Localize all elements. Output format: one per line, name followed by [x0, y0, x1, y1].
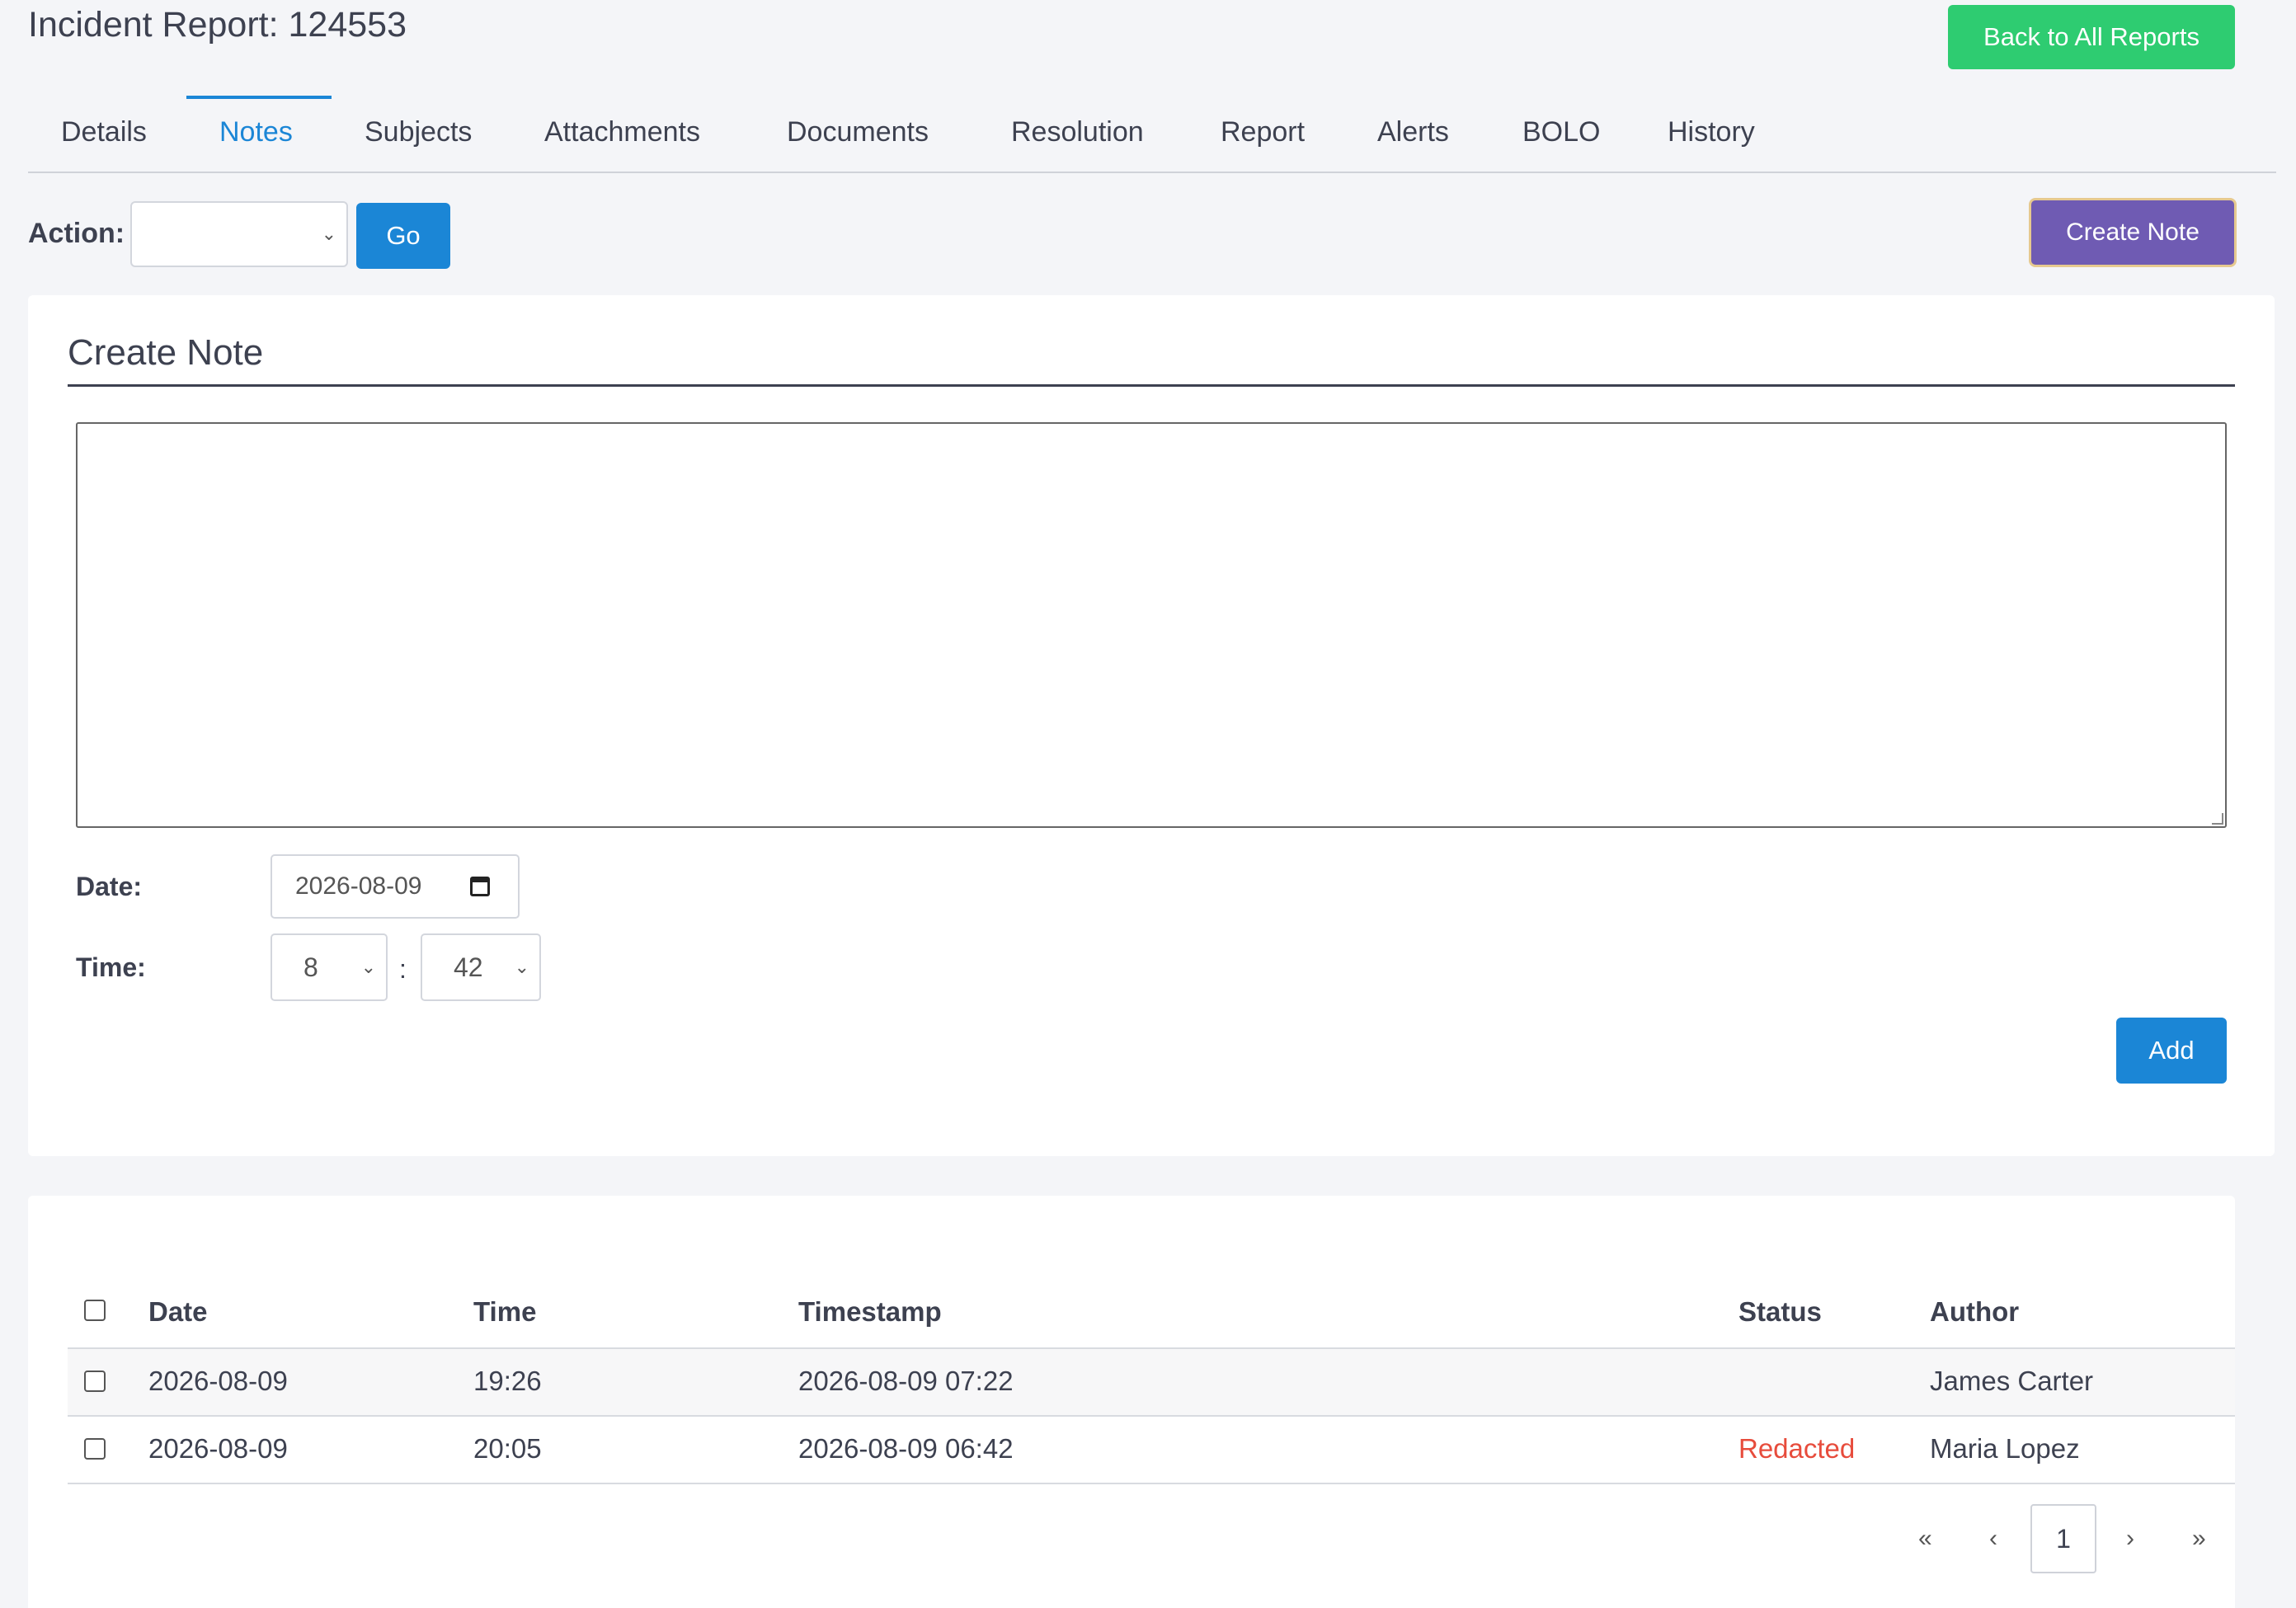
action-select[interactable]: ⌄ [130, 201, 348, 267]
back-to-all-reports-button[interactable]: Back to All Reports [1948, 5, 2235, 69]
chevron-down-icon: ⌄ [360, 957, 376, 977]
row-time: 20:05 [473, 1433, 542, 1464]
minute-select-value: 42 [454, 952, 483, 982]
pagination-next[interactable]: › [2126, 1522, 2134, 1555]
row-timestamp: 2026-08-09 06:42 [798, 1433, 1014, 1464]
note-textarea[interactable] [76, 422, 2227, 828]
tab-report[interactable]: Report [1221, 91, 1305, 173]
pagination-current-page[interactable]: 1 [2030, 1504, 2096, 1573]
row-divider [68, 1483, 2235, 1484]
tab-subjects[interactable]: Subjects [365, 91, 472, 173]
select-all-checkbox[interactable] [84, 1300, 106, 1321]
hour-select[interactable]: 8 ⌄ [271, 933, 388, 1001]
time-separator: : [399, 954, 407, 984]
panel-divider [68, 384, 2235, 387]
row-checkbox[interactable] [84, 1438, 106, 1460]
tab-details[interactable]: Details [61, 91, 147, 173]
row-author: Maria Lopez [1930, 1433, 2080, 1464]
row-date: 2026-08-09 [148, 1366, 288, 1396]
date-input-value: 2026-08-09 [295, 872, 422, 900]
column-header-status[interactable]: Status [1738, 1293, 1822, 1331]
time-label: Time: [76, 952, 146, 982]
minute-select[interactable]: 42 ⌄ [421, 933, 541, 1001]
column-header-date[interactable]: Date [148, 1293, 208, 1331]
create-note-button[interactable]: Create Note [2029, 198, 2237, 267]
page-title: Incident Report: 124553 [28, 5, 407, 45]
add-button[interactable]: Add [2116, 1018, 2227, 1084]
calendar-icon[interactable] [470, 877, 490, 896]
column-header-timestamp[interactable]: Timestamp [798, 1293, 942, 1331]
create-note-title: Create Note [68, 332, 264, 373]
row-status-badge: Redacted [1738, 1433, 1856, 1464]
tab-bolo[interactable]: BOLO [1522, 91, 1600, 173]
chevron-down-icon: ⌄ [514, 957, 529, 977]
row-time: 19:26 [473, 1366, 542, 1396]
row-divider [68, 1415, 2235, 1417]
tab-notes[interactable]: Notes [219, 91, 293, 173]
go-button[interactable]: Go [356, 203, 450, 269]
hour-select-value: 8 [303, 952, 318, 982]
pagination-last[interactable]: » [2192, 1522, 2206, 1555]
row-date: 2026-08-09 [148, 1433, 288, 1464]
tab-history[interactable]: History [1668, 91, 1755, 173]
action-label: Action: [28, 218, 125, 249]
date-input[interactable]: 2026-08-09 [271, 854, 520, 919]
column-header-time[interactable]: Time [473, 1293, 536, 1331]
tab-alerts[interactable]: Alerts [1377, 91, 1449, 173]
pagination-first[interactable]: « [1918, 1522, 1932, 1555]
date-label: Date: [76, 872, 143, 901]
row-checkbox[interactable] [84, 1371, 106, 1392]
pagination-prev[interactable]: ‹ [1989, 1522, 1997, 1555]
tab-documents[interactable]: Documents [787, 91, 929, 173]
column-header-author[interactable]: Author [1930, 1293, 2019, 1331]
row-timestamp: 2026-08-09 07:22 [798, 1366, 1014, 1396]
tab-bar: Details Notes Subjects Attachments Docum… [28, 91, 2276, 173]
chevron-down-icon: ⌄ [321, 223, 336, 244]
tab-resolution[interactable]: Resolution [1011, 91, 1144, 173]
table-row[interactable] [68, 1349, 2235, 1415]
resize-handle-icon[interactable] [2212, 813, 2223, 825]
tab-attachments[interactable]: Attachments [544, 91, 700, 173]
row-author: James Carter [1930, 1366, 2094, 1396]
